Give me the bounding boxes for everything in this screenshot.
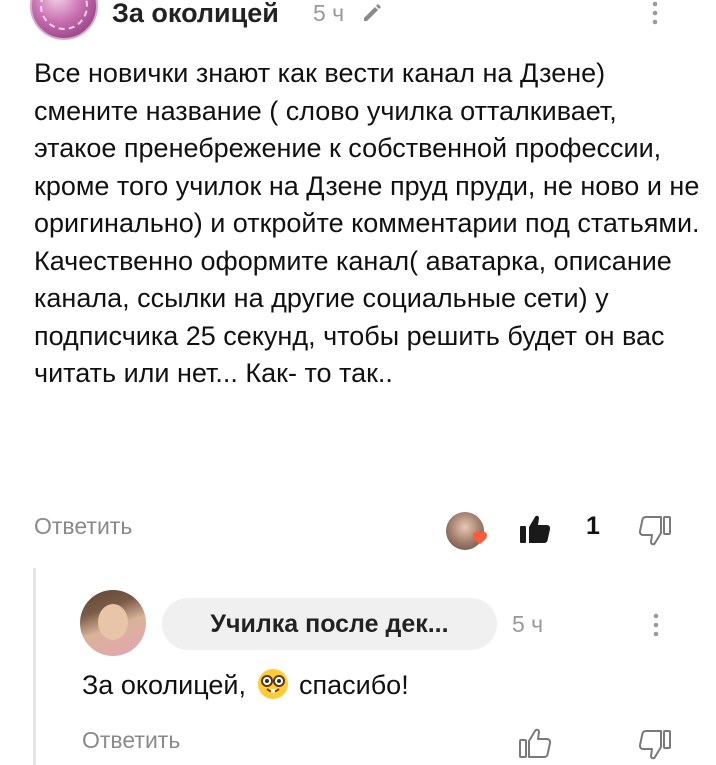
reply-button[interactable]: Ответить — [34, 513, 132, 540]
comment-header: За околицей 5 ч — [0, 0, 716, 44]
comment-body: Все новички знают как вести канал на Дзе… — [34, 58, 700, 388]
thumbs-up-icon[interactable] — [518, 726, 552, 760]
like-count: 1 — [586, 512, 600, 540]
comment-timestamp: 5 ч — [313, 0, 345, 26]
nerd-face-emoji — [258, 669, 289, 699]
replier-avatar[interactable] — [80, 590, 146, 656]
heart-icon — [473, 531, 487, 544]
reply-text-start: За околицей, — [82, 670, 254, 700]
reply-body: За околицей, спасибо! — [82, 668, 409, 701]
reply-timestamp: 5 ч — [512, 611, 544, 637]
reply-thread-line — [33, 568, 36, 765]
thumbs-down-icon[interactable] — [638, 514, 672, 548]
thumbs-down-icon[interactable] — [638, 728, 672, 762]
thumbs-up-icon[interactable] — [518, 512, 552, 546]
more-vertical-icon[interactable] — [644, 0, 666, 26]
more-vertical-icon[interactable] — [645, 612, 667, 638]
commenter-avatar[interactable] — [30, 0, 98, 40]
reply-button[interactable]: Ответить — [82, 727, 180, 754]
reply-text-end: спасибо! — [299, 670, 409, 700]
pencil-icon — [364, 4, 381, 21]
reply-author-name[interactable]: Училка после дек... — [162, 598, 497, 650]
comment-author-name[interactable]: За околицей — [112, 0, 279, 29]
